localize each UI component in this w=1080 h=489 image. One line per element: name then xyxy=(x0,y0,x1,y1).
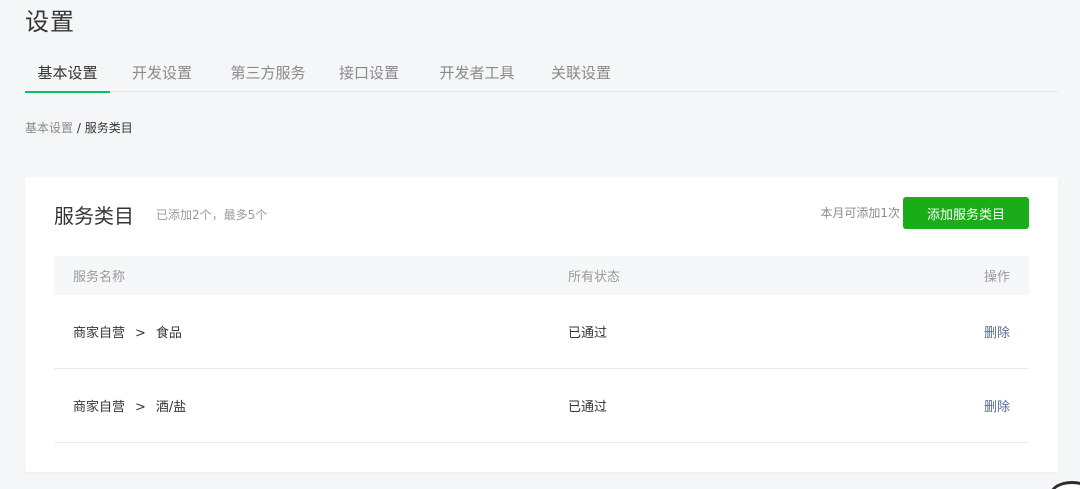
tab-third-party-services[interactable]: 第三方服务 xyxy=(228,58,308,92)
service-category-table: 服务名称 所有状态 操作 商家自营 > 食品 已通过 删除 商家自营 > 酒/盐 已通过 xyxy=(54,256,1029,443)
settings-page: 设置 基本设置 开发设置 第三方服务 接口设置 开发者工具 关联设置 基本设置 … xyxy=(0,0,1080,489)
floating-widget-icon[interactable] xyxy=(1050,481,1080,489)
service-category-card: 服务类目 已添加2个，最多5个 本月可添加1次 添加服务类目 服务名称 所有状态… xyxy=(25,177,1058,472)
breadcrumb-current: 服务类目 xyxy=(84,121,133,135)
add-service-category-button[interactable]: 添加服务类目 xyxy=(903,197,1029,229)
category-label: 商家自营 xyxy=(73,400,126,415)
category-separator: > xyxy=(135,326,146,341)
category-label: 商家自营 xyxy=(73,326,126,341)
delete-link[interactable]: 删除 xyxy=(984,326,1010,341)
service-name-cell: 商家自营 > 酒/盐 xyxy=(54,396,568,415)
delete-link[interactable]: 删除 xyxy=(984,400,1010,415)
tab-linked-settings[interactable]: 关联设置 xyxy=(548,58,614,92)
operation-cell: 删除 xyxy=(909,322,1029,341)
table-row: 商家自营 > 食品 已通过 删除 xyxy=(54,295,1029,369)
subcategory-label: 食品 xyxy=(155,326,182,341)
table-row: 商家自营 > 酒/盐 已通过 删除 xyxy=(54,369,1029,443)
operation-cell: 删除 xyxy=(909,396,1029,415)
card-title: 服务类目 xyxy=(54,204,134,228)
header-service-name: 服务名称 xyxy=(73,270,126,285)
breadcrumb-parent[interactable]: 基本设置 xyxy=(25,121,73,135)
breadcrumb: 基本设置 / 服务类目 xyxy=(25,119,133,136)
status-cell: 已通过 xyxy=(568,400,608,415)
category-separator: > xyxy=(135,400,146,415)
card-subtitle: 已添加2个，最多5个 xyxy=(156,208,268,222)
tab-developer-tools[interactable]: 开发者工具 xyxy=(436,58,518,92)
breadcrumb-separator: / xyxy=(76,121,85,135)
header-status-filter[interactable]: 所有状态 xyxy=(568,266,909,285)
tab-basic-settings[interactable]: 基本设置 xyxy=(25,58,110,93)
monthly-quota-text: 本月可添加1次 xyxy=(820,206,900,220)
tab-dev-settings[interactable]: 开发设置 xyxy=(128,58,196,92)
page-title: 设置 xyxy=(25,8,75,36)
settings-tabs: 基本设置 开发设置 第三方服务 接口设置 开发者工具 关联设置 xyxy=(25,58,1058,93)
header-operation: 操作 xyxy=(983,270,1010,285)
subcategory-label: 酒/盐 xyxy=(155,400,187,415)
tab-api-settings[interactable]: 接口设置 xyxy=(336,58,402,92)
table-header: 服务名称 所有状态 操作 xyxy=(54,256,1029,295)
service-name-cell: 商家自营 > 食品 xyxy=(54,322,568,341)
status-cell: 已通过 xyxy=(568,326,608,341)
